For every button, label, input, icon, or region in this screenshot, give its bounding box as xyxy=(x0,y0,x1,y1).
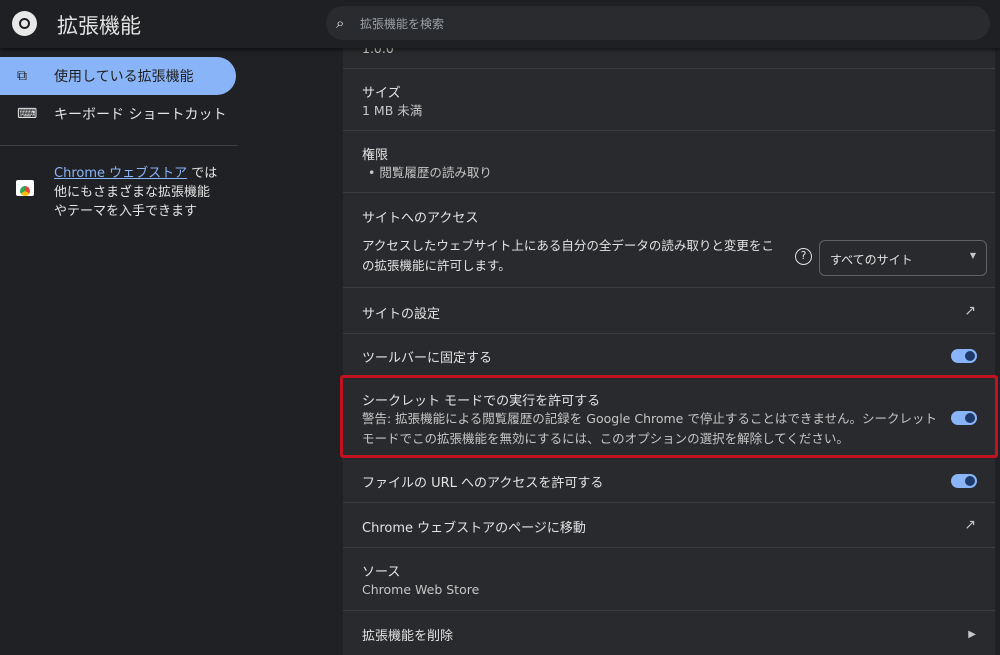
file-url-toggle[interactable] xyxy=(951,474,977,488)
pin-toolbar-toggle[interactable] xyxy=(951,349,977,363)
file-url-label: ファイルの URL へのアクセスを許可する xyxy=(362,476,604,491)
webstore-promo: Chrome ウェブストア では他にもさまざまな拡張機能やテーマを入手できます xyxy=(0,164,238,221)
divider xyxy=(0,145,238,146)
webstore-link[interactable]: Chrome ウェブストア xyxy=(54,166,187,181)
version-value: 1.0.0 xyxy=(362,48,394,56)
site-access-description: アクセスしたウェブサイト上にある自分の全データの読み取りと変更をこの拡張機能に許… xyxy=(362,238,774,273)
chrome-logo-icon xyxy=(12,11,37,36)
source-value: Chrome Web Store xyxy=(362,582,480,597)
search-icon: ⌕ xyxy=(336,14,345,32)
dropdown-arrow-icon: ▼ xyxy=(969,251,976,260)
page-title: 拡張機能 xyxy=(57,14,141,38)
source-label: ソース xyxy=(362,565,401,580)
chevron-right-icon: ▶ xyxy=(968,629,976,640)
external-link-icon[interactable]: ↗ xyxy=(964,517,976,533)
keyboard-icon: ⌨ xyxy=(17,106,38,122)
permissions-label: 権限 xyxy=(362,148,389,163)
selected-value: すべてのサイト xyxy=(830,253,913,267)
webstore-icon xyxy=(16,180,34,196)
external-link-icon[interactable]: ↗ xyxy=(964,303,976,319)
search-input[interactable]: ⌕ 拡張機能を検索 xyxy=(326,6,990,40)
size-label: サイズ xyxy=(362,86,401,101)
remove-row[interactable]: 拡張機能を削除 ▶ xyxy=(343,610,995,655)
webstore-label: Chrome ウェブストアのページに移動 xyxy=(362,521,586,536)
site-access-label: サイトへのアクセス xyxy=(362,211,479,226)
sidebar-item-label: 使用している拡張機能 xyxy=(54,69,194,85)
site-settings-label: サイトの設定 xyxy=(362,307,441,322)
extension-details: 1.0.0 サイズ 1 MB 未満 権限 • 閲覧履歴の読み取り サイトへのアクセス… xyxy=(343,48,995,655)
remove-label: 拡張機能を削除 xyxy=(362,629,454,644)
size-value: 1 MB 未満 xyxy=(362,103,423,118)
permission-item: 閲覧履歴の読み取り xyxy=(379,165,492,180)
sidebar-item-label: キーボード ショートカット xyxy=(54,107,227,123)
highlight-box xyxy=(340,375,998,458)
sidebar-item-shortcuts[interactable]: ⌨ キーボード ショートカット xyxy=(0,95,236,133)
search-placeholder: 拡張機能を検索 xyxy=(360,16,445,31)
header: 拡張機能 ⌕ 拡張機能を検索 xyxy=(0,0,1000,48)
puzzle-icon: ⧉ xyxy=(17,68,27,84)
webstore-row[interactable]: Chrome ウェブストアのページに移動 ↗ xyxy=(343,502,995,547)
sidebar-item-extensions[interactable]: ⧉ 使用している拡張機能 xyxy=(0,57,236,95)
pin-toolbar-label: ツールバーに固定する xyxy=(362,351,493,366)
site-access-select[interactable]: すべてのサイト ▼ xyxy=(819,240,987,276)
site-settings-row[interactable]: サイトの設定 ↗ xyxy=(343,287,995,333)
help-icon[interactable]: ? xyxy=(795,248,812,265)
sidebar: ⧉ 使用している拡張機能 ⌨ キーボード ショートカット Chrome ウェブストア… xyxy=(0,48,238,221)
